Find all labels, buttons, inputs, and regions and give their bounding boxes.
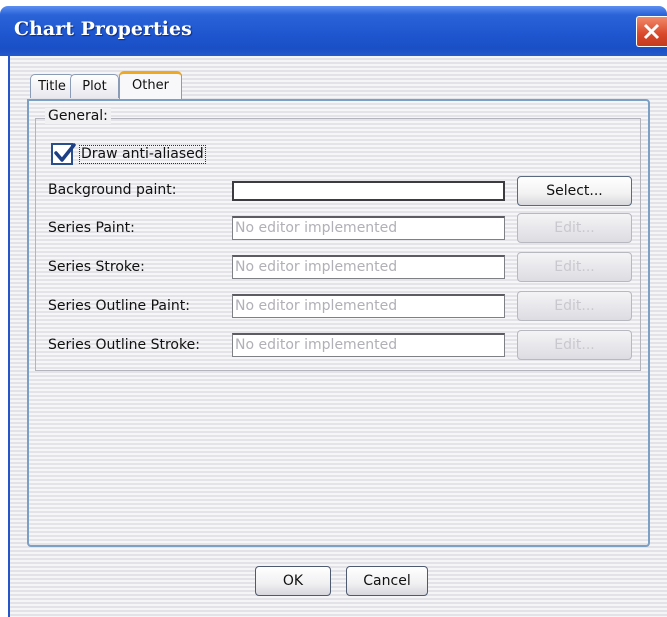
ok-button[interactable]: OK xyxy=(255,566,331,596)
anti-aliased-label[interactable]: Draw anti-aliased xyxy=(79,145,206,164)
title-bar[interactable]: Chart Properties xyxy=(0,6,667,56)
series-paint-label: Series Paint: xyxy=(48,220,135,236)
tab-other[interactable]: Other xyxy=(119,71,182,99)
series-outline-stroke-field[interactable]: No editor implemented xyxy=(232,333,505,357)
series-outline-stroke-edit-button[interactable]: Edit... xyxy=(517,330,632,360)
series-stroke-label: Series Stroke: xyxy=(48,259,145,275)
close-icon xyxy=(643,23,660,40)
series-paint-field[interactable]: No editor implemented xyxy=(232,216,505,240)
tab-plot[interactable]: Plot xyxy=(70,74,119,98)
series-stroke-edit-button[interactable]: Edit... xyxy=(517,252,632,282)
window-title: Chart Properties xyxy=(14,18,192,40)
checkmark-icon xyxy=(54,143,76,162)
series-outline-paint-edit-button[interactable]: Edit... xyxy=(517,291,632,321)
series-outline-paint-label: Series Outline Paint: xyxy=(48,298,190,314)
series-outline-paint-field[interactable]: No editor implemented xyxy=(232,294,505,318)
cancel-button[interactable]: Cancel xyxy=(346,566,428,596)
general-group-label: General: xyxy=(45,108,111,124)
series-outline-stroke-label: Series Outline Stroke: xyxy=(48,337,200,353)
close-button[interactable] xyxy=(636,16,667,47)
series-paint-edit-button[interactable]: Edit... xyxy=(517,213,632,243)
background-paint-label: Background paint: xyxy=(48,182,177,198)
chart-properties-dialog: Chart Properties Title Plot Other Genera… xyxy=(0,0,667,617)
tab-title[interactable]: Title xyxy=(30,74,74,98)
background-paint-select-button[interactable]: Select... xyxy=(517,176,632,206)
anti-aliased-checkbox[interactable] xyxy=(51,143,76,165)
background-paint-field[interactable] xyxy=(232,181,505,201)
series-stroke-field[interactable]: No editor implemented xyxy=(232,255,505,279)
